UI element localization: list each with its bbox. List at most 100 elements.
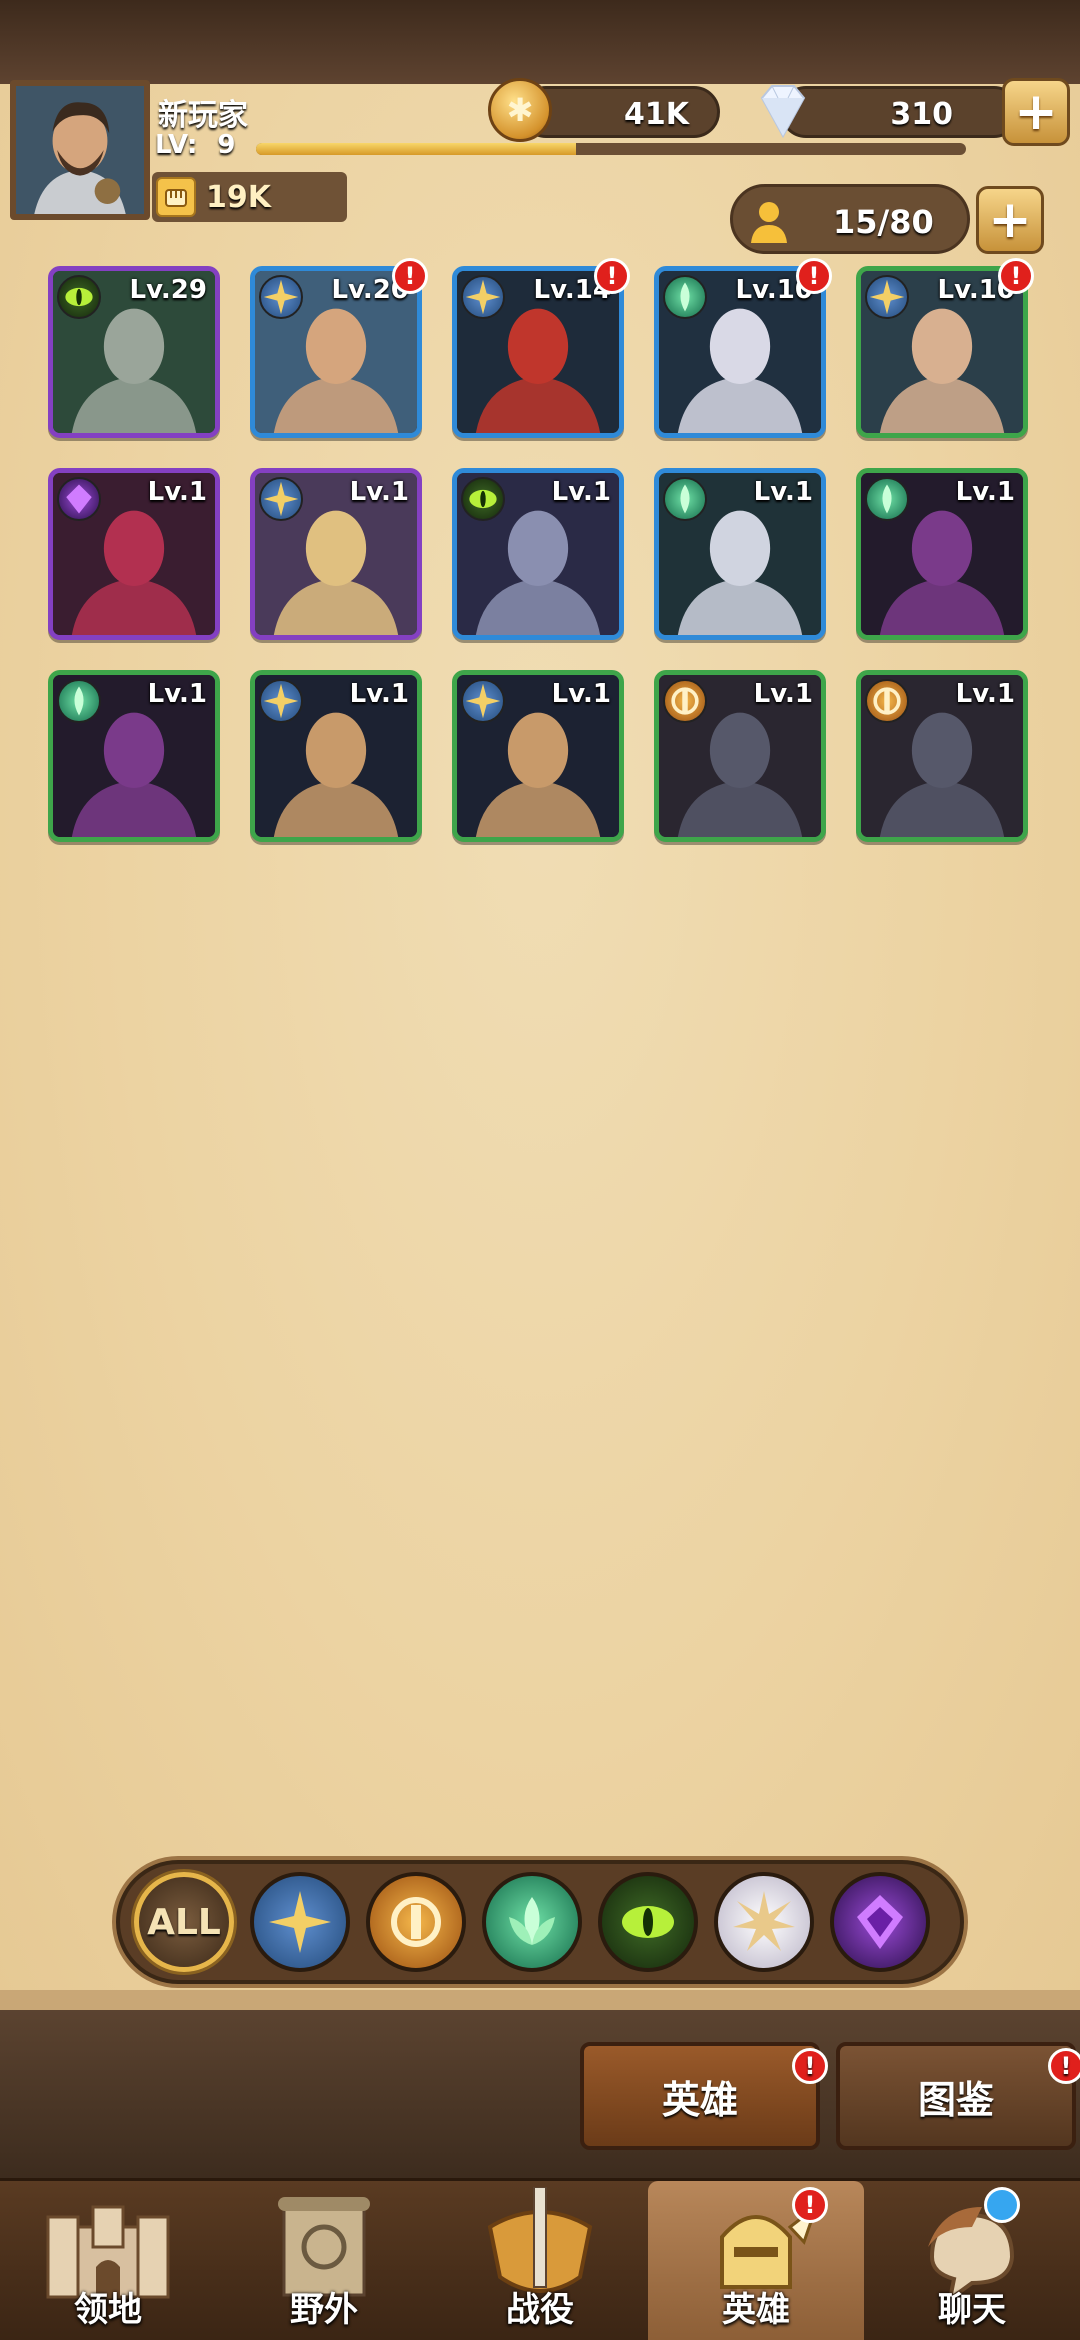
power-display: 19K bbox=[152, 172, 347, 222]
hero-card-wrapper: Lv.1 bbox=[48, 670, 220, 842]
chat-notification-dot bbox=[984, 2187, 1020, 2223]
alert-badge: ! bbox=[796, 258, 832, 294]
star-faction-icon bbox=[259, 679, 303, 723]
alert-badge: ! bbox=[792, 2048, 828, 2084]
hero-capacity-display: 15/80 bbox=[730, 184, 970, 254]
nav-campaign-label: 战役 bbox=[506, 2290, 574, 2330]
hero-card[interactable]: Lv.1 bbox=[452, 468, 624, 640]
filter-all-button[interactable]: ALL bbox=[134, 1872, 234, 1972]
level-value: 9 bbox=[217, 130, 236, 160]
alert-badge: ! bbox=[392, 258, 428, 294]
shadow-faction-icon bbox=[857, 1895, 903, 1949]
filter-fortress-faction-button[interactable] bbox=[366, 1872, 466, 1972]
hero-card[interactable]: Lv.20 bbox=[250, 266, 422, 438]
fortress-faction-icon bbox=[865, 679, 909, 723]
hero-level: Lv.1 bbox=[551, 679, 611, 709]
nav-chat[interactable]: 聊天 bbox=[864, 2181, 1080, 2340]
gold-value: 41K bbox=[624, 97, 689, 132]
star-faction-icon bbox=[269, 1891, 331, 1953]
hero-capacity-value: 15/80 bbox=[833, 203, 934, 241]
nav-wilderness[interactable]: 野外 bbox=[216, 2181, 432, 2340]
subtab-codex-label: 图鉴 bbox=[917, 2077, 994, 2122]
xp-progress-bar bbox=[256, 143, 966, 155]
player-name: 新玩家 bbox=[158, 98, 248, 133]
hero-card[interactable]: Lv.1 bbox=[250, 670, 422, 842]
leaf-faction-icon bbox=[509, 1897, 555, 1945]
subtab-codex[interactable]: 图鉴 ! bbox=[836, 2042, 1080, 2150]
person-icon bbox=[751, 202, 787, 243]
player-level: LV: 9 bbox=[155, 130, 235, 160]
star-faction-icon bbox=[865, 275, 909, 319]
hero-level: Lv.1 bbox=[753, 679, 813, 709]
hero-card-wrapper: Lv.1 bbox=[48, 468, 220, 640]
hero-card[interactable]: Lv.1 bbox=[654, 670, 826, 842]
hero-card-wrapper: Lv.1 bbox=[856, 670, 1028, 842]
nav-territory-label: 领地 bbox=[74, 2290, 142, 2330]
filter-shadow-faction-button[interactable] bbox=[830, 1872, 930, 1972]
nav-heroes[interactable]: 英雄 ! bbox=[648, 2181, 864, 2340]
gold-coin-icon: ✱ bbox=[488, 78, 552, 142]
hero-card[interactable]: Lv.1 bbox=[48, 670, 220, 842]
subtab-heroes[interactable]: 英雄 ! bbox=[580, 2042, 828, 2150]
hero-card[interactable]: Lv.1 bbox=[48, 468, 220, 640]
leaf-faction-icon bbox=[663, 477, 707, 521]
hero-card[interactable]: Lv.29 bbox=[48, 266, 220, 438]
eye-faction-icon bbox=[622, 1906, 674, 1938]
faction-filter-bar: ALL bbox=[116, 1860, 964, 1984]
hero-card-wrapper: Lv.29 bbox=[48, 266, 220, 438]
filter-all-label: ALL bbox=[147, 1901, 221, 1943]
gem-value: 310 bbox=[890, 97, 953, 132]
buy-gems-button[interactable]: + bbox=[1002, 78, 1070, 146]
filter-star-faction-button[interactable] bbox=[250, 1872, 350, 1972]
diamond-icon bbox=[760, 85, 806, 139]
hero-level: Lv.29 bbox=[129, 275, 207, 305]
hero-card[interactable]: Lv.1 bbox=[452, 670, 624, 842]
filter-leaf-faction-button[interactable] bbox=[482, 1872, 582, 1972]
leaf-faction-icon bbox=[57, 679, 101, 723]
nav-campaign[interactable]: 战役 bbox=[432, 2181, 648, 2340]
hero-card[interactable]: Lv.14 bbox=[452, 266, 624, 438]
hero-card[interactable]: Lv.1 bbox=[250, 468, 422, 640]
player-header: 新玩家 LV: 9 19K 41K ✱ 310 + bbox=[0, 70, 1080, 222]
filter-light-faction-button[interactable] bbox=[714, 1872, 814, 1972]
hero-card[interactable]: Lv.10 bbox=[654, 266, 826, 438]
star-faction-icon bbox=[461, 679, 505, 723]
hero-card[interactable]: Lv.1 bbox=[654, 468, 826, 640]
player-avatar[interactable] bbox=[10, 80, 150, 220]
hero-card[interactable]: Lv.1 bbox=[856, 670, 1028, 842]
leaf-faction-icon bbox=[865, 477, 909, 521]
level-label: LV: bbox=[155, 130, 198, 160]
eye-faction-icon bbox=[461, 477, 505, 521]
hero-level: Lv.1 bbox=[147, 679, 207, 709]
alert-badge: ! bbox=[1048, 2048, 1080, 2084]
expand-capacity-button[interactable]: + bbox=[976, 186, 1044, 254]
nav-heroes-label: 英雄 bbox=[722, 2290, 790, 2330]
avatar-portrait-icon bbox=[16, 86, 144, 214]
hero-level: Lv.1 bbox=[147, 477, 207, 507]
hero-card-wrapper: Lv.1 bbox=[654, 670, 826, 842]
nav-territory[interactable]: 领地 bbox=[0, 2181, 216, 2340]
light-faction-icon bbox=[733, 1891, 795, 1951]
hero-level: Lv.1 bbox=[349, 477, 409, 507]
hero-card-wrapper: Lv.20! bbox=[250, 258, 428, 438]
power-value: 19K bbox=[206, 179, 271, 215]
hero-card[interactable]: Lv.10 bbox=[856, 266, 1028, 438]
filter-eye-faction-button[interactable] bbox=[598, 1872, 698, 1972]
hero-card-wrapper: Lv.1 bbox=[250, 670, 422, 842]
hero-card-wrapper: Lv.1 bbox=[452, 468, 624, 640]
subtab-heroes-label: 英雄 bbox=[661, 2077, 738, 2122]
bottom-navigation: 领地 野外 战役 英雄 ! 聊天 bbox=[0, 2178, 1080, 2340]
hero-level: Lv.1 bbox=[753, 477, 813, 507]
hero-card-wrapper: Lv.1 bbox=[452, 670, 624, 842]
nav-chat-label: 聊天 bbox=[938, 2290, 1006, 2330]
fortress-faction-icon bbox=[663, 679, 707, 723]
hero-card-wrapper: Lv.1 bbox=[654, 468, 826, 640]
hero-card[interactable]: Lv.1 bbox=[856, 468, 1028, 640]
hero-card-wrapper: Lv.1 bbox=[250, 468, 422, 640]
eye-faction-icon bbox=[57, 275, 101, 319]
hero-card-wrapper: Lv.1 bbox=[856, 468, 1028, 640]
star-faction-icon bbox=[259, 477, 303, 521]
hero-level: Lv.1 bbox=[955, 679, 1015, 709]
hero-level: Lv.1 bbox=[955, 477, 1015, 507]
star-faction-icon bbox=[461, 275, 505, 319]
